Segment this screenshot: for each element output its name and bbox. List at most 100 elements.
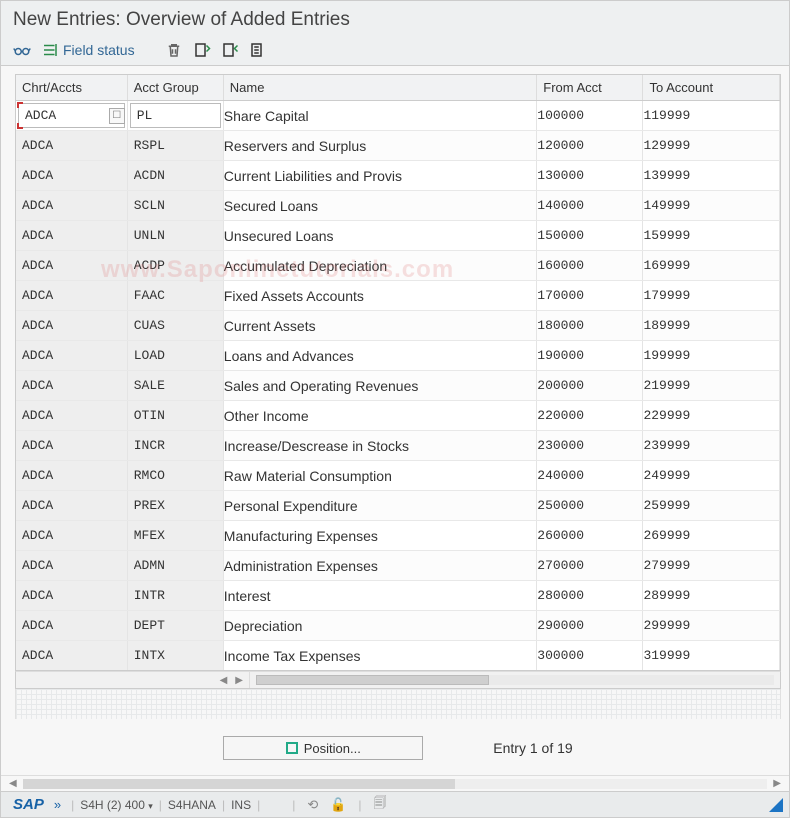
to-account-cell[interactable]: 229999 [643, 401, 780, 431]
to-account-cell[interactable]: 259999 [643, 491, 780, 521]
name-cell[interactable]: Administration Expenses [223, 551, 536, 581]
from-acct-cell[interactable]: 150000 [537, 221, 643, 251]
from-acct-cell[interactable]: 300000 [537, 641, 643, 671]
to-account-cell[interactable]: 169999 [643, 251, 780, 281]
name-cell[interactable]: Unsecured Loans [223, 221, 536, 251]
to-account-cell[interactable]: 179999 [643, 281, 780, 311]
acct-group-input[interactable] [128, 281, 223, 310]
name-cell[interactable]: Current Liabilities and Provis [223, 161, 536, 191]
table-row[interactable]: Accumulated Depreciation160000169999 [16, 251, 780, 281]
table-row[interactable]: Unsecured Loans150000159999 [16, 221, 780, 251]
chrt-accts-input[interactable] [16, 251, 127, 280]
acct-group-input[interactable] [128, 191, 223, 220]
from-acct-cell[interactable]: 250000 [537, 491, 643, 521]
acct-group-input[interactable] [128, 611, 223, 640]
acct-group-input[interactable] [128, 221, 223, 250]
window-scroll-left-icon[interactable]: ◀ [5, 778, 21, 789]
to-account-cell[interactable]: 159999 [643, 221, 780, 251]
chrt-accts-input[interactable] [16, 611, 127, 640]
col-chrt-accts[interactable]: Chrt/Accts [16, 75, 127, 101]
acct-group-input[interactable] [128, 311, 223, 340]
window-scroll-right-icon[interactable]: ▶ [769, 778, 785, 789]
acct-group-input[interactable] [128, 581, 223, 610]
resize-grip-icon[interactable] [769, 798, 783, 812]
name-cell[interactable]: Sales and Operating Revenues [223, 371, 536, 401]
table-row[interactable]: Sales and Operating Revenues200000219999 [16, 371, 780, 401]
chrt-accts-input[interactable] [16, 551, 127, 580]
table-row[interactable]: Increase/Descrease in Stocks230000239999 [16, 431, 780, 461]
table-row[interactable]: Depreciation290000299999 [16, 611, 780, 641]
to-account-cell[interactable]: 199999 [643, 341, 780, 371]
lock-icon[interactable]: 🔓 [330, 797, 346, 813]
from-acct-cell[interactable]: 260000 [537, 521, 643, 551]
from-acct-cell[interactable]: 230000 [537, 431, 643, 461]
name-cell[interactable]: Manufacturing Expenses [223, 521, 536, 551]
chrt-accts-input[interactable] [16, 401, 127, 430]
to-account-cell[interactable]: 279999 [643, 551, 780, 581]
acct-group-input[interactable] [128, 641, 223, 670]
table-row[interactable]: Other Income220000229999 [16, 401, 780, 431]
chrt-accts-input[interactable] [16, 161, 127, 190]
acct-group-input[interactable] [128, 431, 223, 460]
table-scroll-thumb[interactable] [256, 675, 489, 685]
to-account-cell[interactable]: 299999 [643, 611, 780, 641]
name-cell[interactable]: Current Assets [223, 311, 536, 341]
table-row[interactable]: Secured Loans140000149999 [16, 191, 780, 221]
chrt-accts-input[interactable] [16, 131, 127, 160]
to-account-cell[interactable]: 319999 [643, 641, 780, 671]
to-account-cell[interactable]: 149999 [643, 191, 780, 221]
window-horizontal-scrollbar[interactable]: ◀ ▶ [1, 775, 789, 791]
to-account-cell[interactable]: 219999 [643, 371, 780, 401]
acct-group-input[interactable] [128, 491, 223, 520]
status-system[interactable]: S4H (2) 400 ▾ [80, 798, 153, 812]
col-to-account[interactable]: To Account [643, 75, 780, 101]
chrt-accts-input[interactable] [16, 191, 127, 220]
deselect-all-button[interactable] [221, 41, 239, 59]
to-account-cell[interactable]: 129999 [643, 131, 780, 161]
chrt-accts-input[interactable] [16, 371, 127, 400]
name-cell[interactable]: Share Capital [223, 101, 536, 131]
to-account-cell[interactable]: 189999 [643, 311, 780, 341]
acct-group-input[interactable] [128, 161, 223, 190]
to-account-cell[interactable]: 139999 [643, 161, 780, 191]
acct-group-input[interactable] [130, 103, 221, 128]
refresh-icon[interactable]: ⟲ [307, 797, 318, 813]
table-scroll-left-icon[interactable]: ◀ [218, 675, 230, 686]
name-cell[interactable]: Interest [223, 581, 536, 611]
name-cell[interactable]: Other Income [223, 401, 536, 431]
from-acct-cell[interactable]: 290000 [537, 611, 643, 641]
from-acct-cell[interactable]: 200000 [537, 371, 643, 401]
table-row[interactable]: Raw Material Consumption240000249999 [16, 461, 780, 491]
name-cell[interactable]: Increase/Descrease in Stocks [223, 431, 536, 461]
chrt-accts-input[interactable] [16, 641, 127, 670]
table-row[interactable]: Current Liabilities and Provis1300001399… [16, 161, 780, 191]
from-acct-cell[interactable]: 240000 [537, 461, 643, 491]
from-acct-cell[interactable]: 130000 [537, 161, 643, 191]
name-cell[interactable]: Income Tax Expenses [223, 641, 536, 671]
col-from-acct[interactable]: From Acct [537, 75, 643, 101]
table-horizontal-scrollbar[interactable]: ◀ ▶ [15, 671, 781, 689]
field-status-button[interactable]: Field status [41, 41, 135, 59]
from-acct-cell[interactable]: 100000 [537, 101, 643, 131]
delete-button[interactable] [165, 41, 183, 59]
name-cell[interactable]: Reservers and Surplus [223, 131, 536, 161]
acct-group-input[interactable] [128, 131, 223, 160]
window-scroll-thumb[interactable] [23, 779, 455, 789]
chrt-accts-input[interactable] [16, 491, 127, 520]
from-acct-cell[interactable]: 280000 [537, 581, 643, 611]
chrt-accts-input[interactable] [16, 311, 127, 340]
table-row[interactable]: Income Tax Expenses300000319999 [16, 641, 780, 671]
col-acct-group[interactable]: Acct Group [127, 75, 223, 101]
from-acct-cell[interactable]: 180000 [537, 311, 643, 341]
chrt-accts-input[interactable] [16, 521, 127, 550]
position-button[interactable]: Position... [223, 736, 423, 760]
note-icon[interactable]: 🗐 [374, 794, 387, 816]
chrt-accts-input[interactable] [16, 281, 127, 310]
acct-group-input[interactable] [128, 251, 223, 280]
table-row[interactable]: Interest280000289999 [16, 581, 780, 611]
table-row[interactable]: Loans and Advances190000199999 [16, 341, 780, 371]
chrt-accts-input[interactable] [16, 431, 127, 460]
name-cell[interactable]: Loans and Advances [223, 341, 536, 371]
from-acct-cell[interactable]: 140000 [537, 191, 643, 221]
table-row[interactable]: Reservers and Surplus120000129999 [16, 131, 780, 161]
